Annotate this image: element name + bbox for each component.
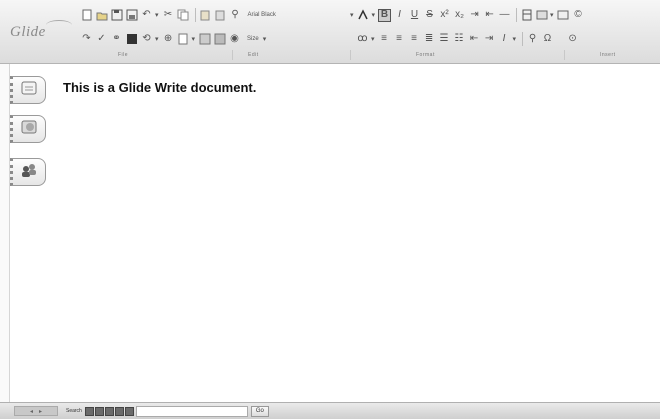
justify-icon[interactable]: ≣ <box>423 33 436 46</box>
bullet-list-icon[interactable]: ☰ <box>438 33 451 46</box>
toolbar-separator <box>194 8 196 22</box>
italic-icon[interactable]: I <box>393 9 406 22</box>
save-as-icon[interactable] <box>125 9 138 22</box>
toolbar-row-1-file-edit: ↶ ▾ ✂ ⚲ Arial Black <box>80 5 280 25</box>
group-separator <box>232 50 233 60</box>
sidebar-item-documents[interactable] <box>10 76 46 104</box>
glide-write-app: Glide ↶ ▾ ✂ ⚲ Arial Black ▾ ▾ B I U S x²… <box>0 0 660 419</box>
image-icon <box>19 118 39 141</box>
page-navigator[interactable]: ◂ ▸ <box>14 406 58 416</box>
clear-format-icon[interactable]: I <box>498 33 511 46</box>
style-dropdown-icon[interactable]: ▾ <box>350 11 354 19</box>
search-files-icon[interactable] <box>104 406 114 416</box>
prev-page-icon[interactable]: ◂ <box>30 408 33 415</box>
numbered-list-icon[interactable]: ☷ <box>453 33 466 46</box>
insert-image-dropdown-icon[interactable]: ▾ <box>550 11 554 19</box>
status-bar: ◂ ▸ Search Go <box>0 402 660 419</box>
toolbar: Glide ↶ ▾ ✂ ⚲ Arial Black ▾ ▾ B I U S x²… <box>0 0 660 64</box>
copy-icon[interactable] <box>177 9 190 22</box>
text-color-dropdown-icon[interactable]: ▾ <box>372 11 376 19</box>
insert-link-icon[interactable]: ⚲ <box>526 33 539 46</box>
history-dropdown-icon[interactable]: ▾ <box>155 35 159 43</box>
sidebar-item-image[interactable] <box>10 115 46 143</box>
document-body-text[interactable]: This is a Glide Write document. <box>63 80 256 95</box>
superscript-icon[interactable]: x² <box>438 9 451 22</box>
toolbar-row-2-format: ꝏ ▾ ≡ ≡ ≡ ≣ ☰ ☷ ⇤ ⇥ I ▾ ⚲ Ω ⊙ <box>356 29 581 49</box>
search-media-icon[interactable] <box>124 406 134 416</box>
decrease-indent-icon[interactable]: ⇤ <box>468 33 481 46</box>
toolbar-row-2-edit: ↷ ✓ ⚭ ⟲ ▾ ⊕ ▾ ◉ Size ▾ <box>80 29 269 49</box>
toolbar-row-1-format: ▾ ▾ B I U S x² x₂ ⇥ ⇤ — ▾ © <box>350 5 587 25</box>
columns-icon[interactable] <box>198 33 211 46</box>
bold-icon[interactable]: B <box>378 8 392 22</box>
paste-special-icon[interactable] <box>214 9 227 22</box>
sidebar-item-people[interactable] <box>10 158 46 186</box>
indent-icon[interactable]: ⇥ <box>468 9 481 22</box>
align-right-icon[interactable]: ≡ <box>408 33 421 46</box>
insert-symbol-icon[interactable]: © <box>572 9 585 22</box>
highlight-dropdown-icon[interactable]: ▾ <box>371 35 375 43</box>
history-icon[interactable]: ⟲ <box>140 33 153 46</box>
next-page-icon[interactable]: ▸ <box>39 408 42 415</box>
search-scope-icons <box>84 406 134 416</box>
document-icon <box>19 79 39 102</box>
clear-format-dropdown-icon[interactable]: ▾ <box>513 35 517 43</box>
search-label: Search <box>66 408 82 414</box>
font-size-dropdown-icon[interactable]: ▾ <box>263 35 267 43</box>
app-logo: Glide <box>10 24 46 40</box>
highlight-icon[interactable]: ꝏ <box>356 33 369 46</box>
insert-omega-icon[interactable]: Ω <box>541 33 554 46</box>
page-setup-dropdown-icon[interactable]: ▾ <box>192 35 196 43</box>
outdent-icon[interactable]: ⇤ <box>483 9 496 22</box>
left-panel <box>0 64 10 404</box>
horizontal-rule-icon[interactable]: — <box>498 9 511 22</box>
increase-indent-icon[interactable]: ⇥ <box>483 33 496 46</box>
toolbar-separator <box>516 8 518 22</box>
print-icon[interactable] <box>125 33 138 46</box>
group-label-edit: Edit <box>248 52 259 58</box>
search-images-icon[interactable] <box>94 406 104 416</box>
insert-image-icon[interactable] <box>535 9 548 22</box>
align-left-icon[interactable]: ≡ <box>378 33 391 46</box>
search-web-icon[interactable] <box>114 406 124 416</box>
group-label-format: Format <box>416 52 435 58</box>
spellcheck-icon[interactable]: ✓ <box>95 33 108 46</box>
logo-swoosh <box>46 20 72 30</box>
open-icon[interactable] <box>95 9 108 22</box>
redo-icon[interactable]: ↷ <box>80 33 93 46</box>
globe-icon[interactable]: ◉ <box>228 33 241 46</box>
undo-dropdown-icon[interactable]: ▾ <box>155 11 159 19</box>
paste-icon[interactable] <box>199 9 212 22</box>
zoom-icon[interactable]: ⊕ <box>162 33 175 46</box>
undo-icon[interactable]: ↶ <box>140 9 153 22</box>
link-icon[interactable]: ⚭ <box>110 33 123 46</box>
find-icon[interactable]: ⚲ <box>229 9 242 22</box>
insert-more-icon[interactable]: ⊙ <box>566 33 579 46</box>
text-color-icon[interactable] <box>357 9 370 22</box>
group-separator <box>564 50 565 60</box>
insert-frame-icon[interactable] <box>557 9 570 22</box>
strikethrough-icon[interactable]: S <box>423 9 436 22</box>
group-label-insert: Insert <box>600 52 616 58</box>
group-separator <box>350 50 351 60</box>
go-button[interactable]: Go <box>250 405 269 417</box>
underline-icon[interactable]: U <box>408 9 421 22</box>
new-icon[interactable] <box>80 9 93 22</box>
font-size-select[interactable]: Size <box>247 36 259 42</box>
search-docs-icon[interactable] <box>84 406 94 416</box>
insert-table-icon[interactable] <box>520 9 533 22</box>
people-icon <box>19 161 39 184</box>
page-setup-icon[interactable] <box>177 33 190 46</box>
font-name-select[interactable]: Arial Black <box>248 12 276 18</box>
search-input[interactable] <box>135 405 248 417</box>
subscript-icon[interactable]: x₂ <box>453 9 466 22</box>
preview-icon[interactable] <box>213 33 226 46</box>
cut-icon[interactable]: ✂ <box>162 9 175 22</box>
save-icon[interactable] <box>110 9 123 22</box>
toolbar-separator <box>522 32 524 46</box>
align-center-icon[interactable]: ≡ <box>393 33 406 46</box>
group-label-file: File <box>118 52 129 58</box>
